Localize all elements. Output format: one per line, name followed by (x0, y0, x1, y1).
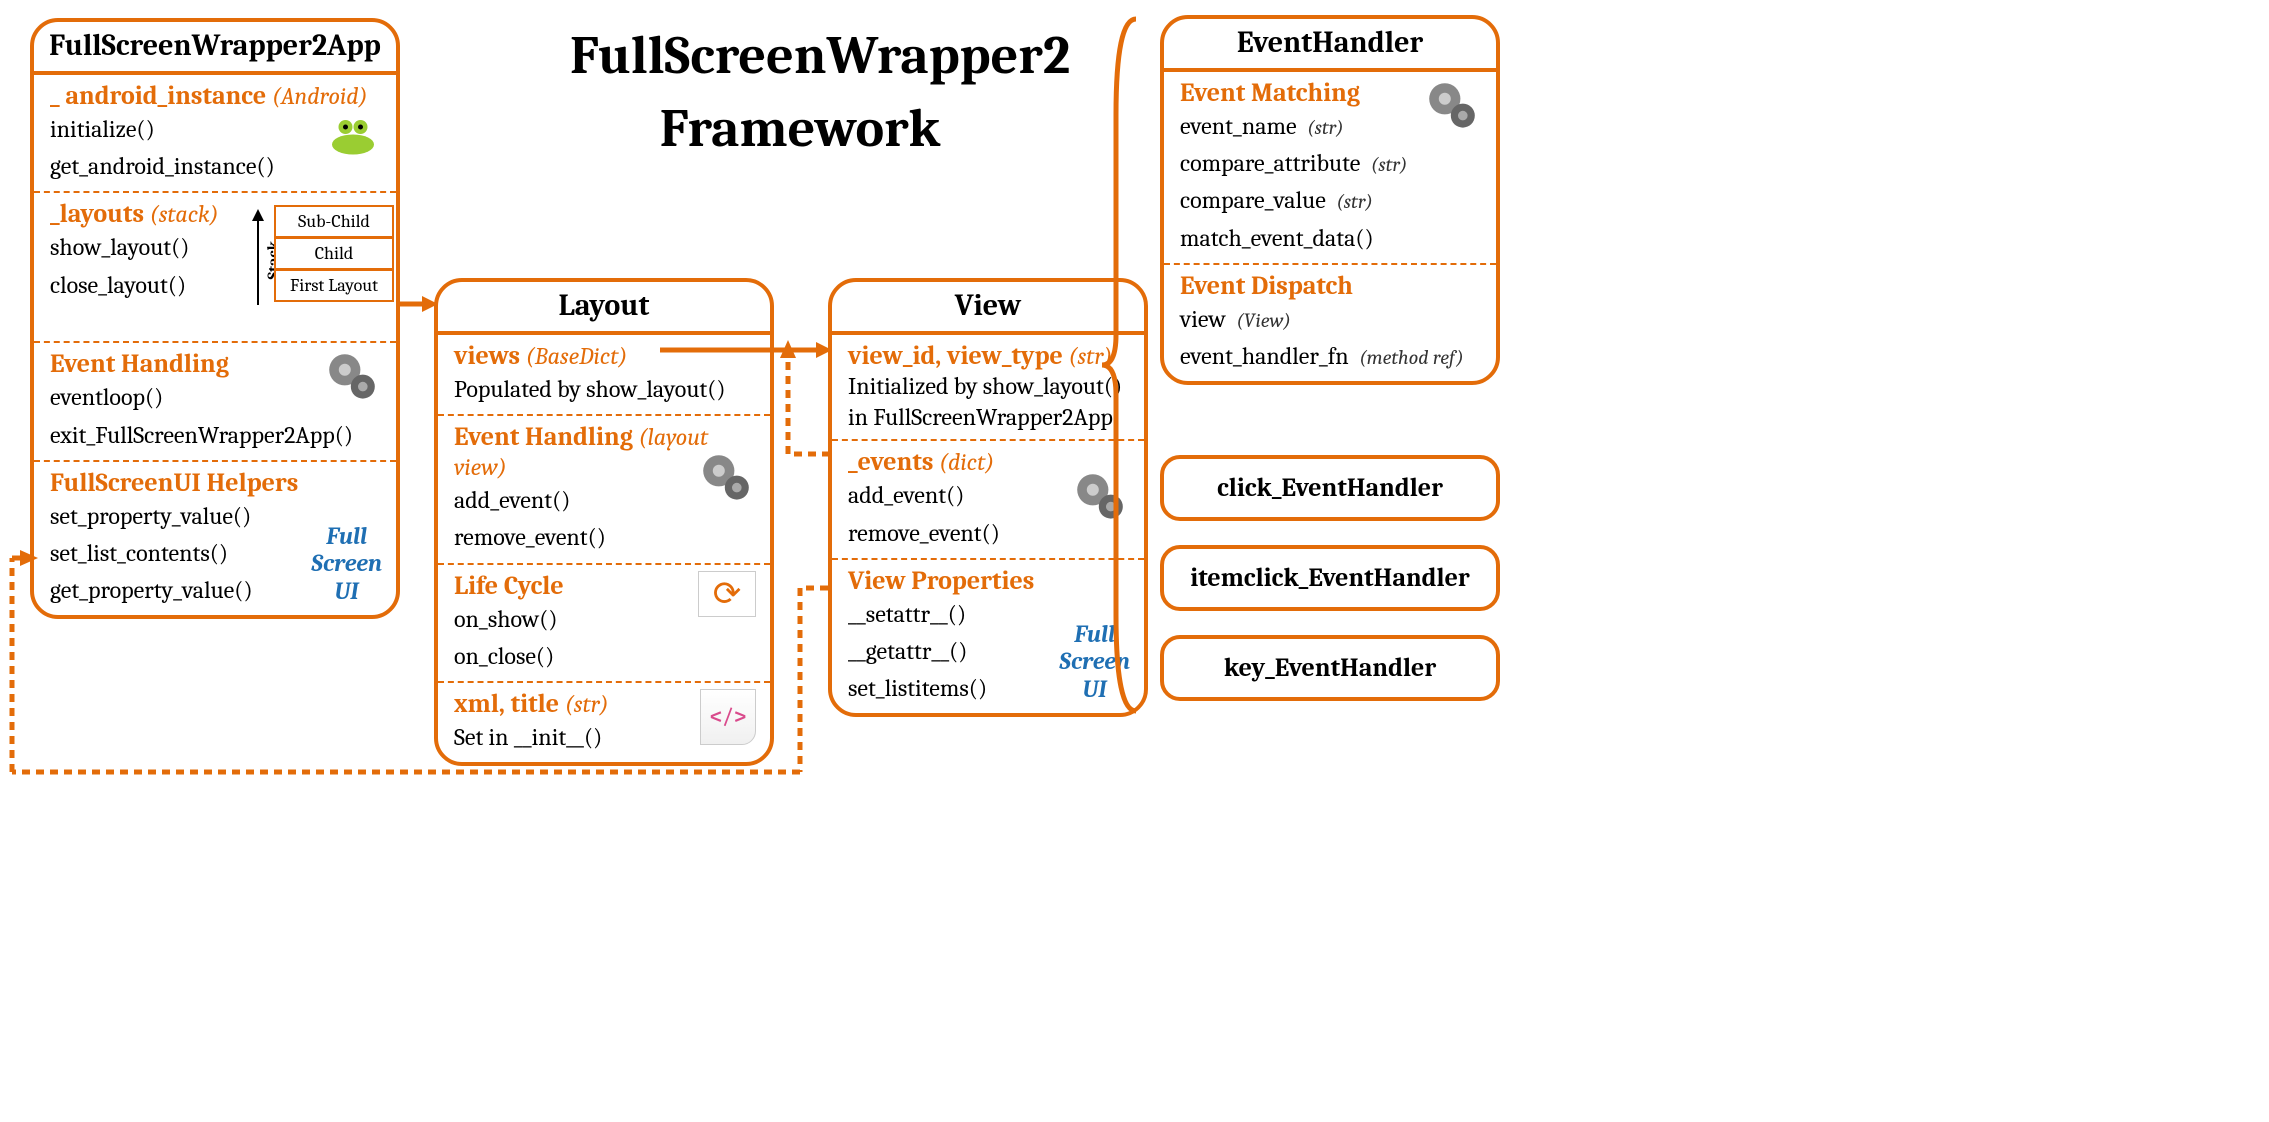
eh-section-matching: Event Matching event_name (str) compare_… (1164, 72, 1496, 263)
stack-mid: Child (274, 237, 394, 270)
app-section-android: _ android_instance (Android) initialize(… (34, 75, 396, 191)
view-s3-title: View Properties (848, 566, 1128, 596)
app-s3-i2: exit_FullScreenWrapper2App() (50, 417, 380, 454)
view-s1-i1: Initialized by show_layout() in FullScre… (848, 371, 1128, 433)
view-s1-title: view_id, view_type (str) (848, 341, 1128, 371)
eh-s1-i2: compare_attribute (str) (1180, 145, 1480, 182)
eh-section-dispatch: Event Dispatch view (View) event_handler… (1164, 263, 1496, 381)
card-layout-header: Layout (438, 282, 770, 335)
eh-s2-i1: view (View) (1180, 301, 1480, 338)
card-app-header: FullScreenWrapper2App (34, 22, 396, 75)
view-section-properties: View Properties __setattr__() __getattr_… (832, 558, 1144, 714)
app-section-eventhandling: Event Handling eventloop() exit_FullScre… (34, 341, 396, 459)
arrow-app-to-layout (398, 294, 438, 314)
arrow-dashed-view-to-layout (774, 340, 834, 460)
card-itemclick-eventhandler: itemclick_EventHandler (1160, 545, 1500, 611)
arrow-dashed-view-to-helpers (0, 540, 832, 780)
card-app: FullScreenWrapper2App _ android_instance… (30, 18, 400, 619)
diagram-title: FullScreenWrapper2 Framework (570, 20, 1030, 166)
title-line-1: FullScreenWrapper2 (570, 24, 1070, 87)
gear-icon (322, 347, 382, 407)
app-s4-title: FullScreenUI Helpers (50, 468, 380, 498)
card-key-eventhandler: key_EventHandler (1160, 635, 1500, 701)
title-line-2: Framework (660, 97, 940, 160)
view-section-events: _events (dict) add_event() remove_event(… (832, 439, 1144, 557)
card-eh-header: EventHandler (1164, 19, 1496, 72)
app-section-layouts: _layouts (stack) show_layout() close_lay… (34, 191, 396, 341)
gear-icon (696, 448, 756, 508)
eh-s1-i4: match_event_data() (1180, 220, 1480, 257)
stack-bot: First Layout (274, 269, 394, 302)
eh-s2-title: Event Dispatch (1180, 271, 1480, 301)
card-view-header: View (832, 282, 1144, 335)
card-eventhandler: EventHandler Event Matching event_name (… (1160, 15, 1500, 385)
card-click-eventhandler: click_EventHandler (1160, 455, 1500, 521)
stack-top: Sub-Child (274, 205, 394, 238)
view-section-id: view_id, view_type (str) Initialized by … (832, 335, 1144, 439)
layout-s1-i1: Populated by show_layout() (454, 371, 754, 408)
eh-s1-i3: compare_value (str) (1180, 182, 1480, 219)
android-icon (328, 107, 378, 157)
stack-arrow-up (252, 209, 264, 305)
eh-s2-i2: event_handler_fn (method ref) (1180, 338, 1480, 375)
gear-icon (1422, 76, 1482, 136)
brace-icon (1100, 15, 1140, 715)
